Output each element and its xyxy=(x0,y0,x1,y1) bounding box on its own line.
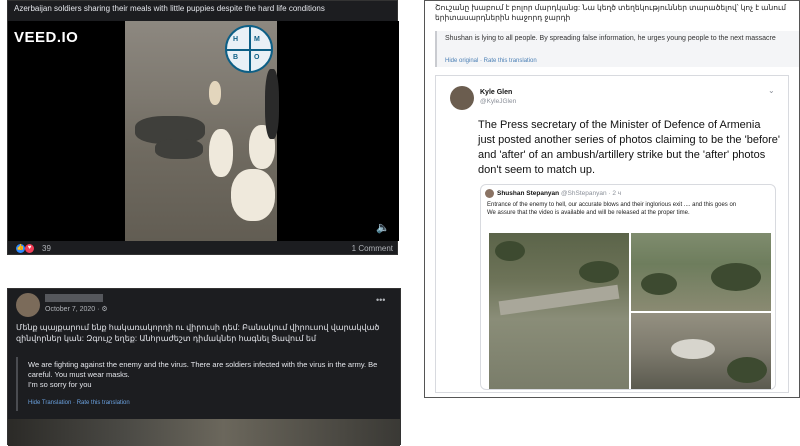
comments-link[interactable]: 1 Comment xyxy=(352,244,393,253)
volume-icon[interactable]: 🔈 xyxy=(376,221,390,234)
translation-text: We are fighting against the enemy and th… xyxy=(28,360,378,389)
redacted-name xyxy=(45,294,103,302)
tweet-card: Kyle Glen @KyleJGlen ⌄ The Press secreta… xyxy=(435,75,789,393)
facebook-post: October 7, 2020 · ⚙ ••• Մենք պայքարում ե… xyxy=(7,288,401,446)
chevron-down-icon[interactable]: ⌄ xyxy=(768,86,775,95)
tweet-author-name[interactable]: Kyle Glen xyxy=(480,89,512,96)
photo-hillside[interactable] xyxy=(631,233,771,311)
hmbo-badge: H M B O xyxy=(225,25,273,73)
avatar[interactable] xyxy=(450,86,474,110)
post-photo[interactable] xyxy=(8,419,400,446)
tweet-author-handle[interactable]: @KyleJGlen xyxy=(480,98,516,105)
translation-block: We are fighting against the enemy and th… xyxy=(16,357,396,411)
quoted-author-handle: @ShStepanyan · 2 ч xyxy=(560,190,622,197)
puppy xyxy=(209,129,233,177)
video-post: Azerbaijan soldiers sharing their meals … xyxy=(7,0,399,256)
photo-road-convoy[interactable] xyxy=(489,233,629,389)
avatar[interactable] xyxy=(16,293,40,317)
puppy xyxy=(209,81,221,105)
translation-link[interactable]: Hide original · Rate this translation xyxy=(445,58,537,64)
love-reaction-icon: ♥ xyxy=(25,244,34,253)
tweet-post: Շուշանը խաբում է բոլոր մարդկանց: Նա կեղծ… xyxy=(424,0,800,398)
like-reaction-icon: 👍 xyxy=(16,244,25,253)
reaction-count[interactable]: 39 xyxy=(42,244,51,253)
armenian-text: Շուշանը խաբում է բոլոր մարդկանց: Նա կեղծ… xyxy=(435,3,786,22)
translation-link[interactable]: Hide Translation · Rate this translation xyxy=(28,400,130,406)
post-date[interactable]: October 7, 2020 · ⚙ xyxy=(45,305,108,313)
post-footer: 👍 ♥ 39 1 Comment xyxy=(8,241,399,256)
armenian-text: Մենք պայքարում ենք հակառակորդի ու վիրուս… xyxy=(16,323,380,343)
more-options-icon[interactable]: ••• xyxy=(376,295,385,305)
puppy xyxy=(231,169,275,221)
quoted-tweet-text: Entrance of the enemy to hell, our accur… xyxy=(487,202,737,216)
avatar xyxy=(485,189,494,198)
watermark: VEED.IO xyxy=(14,29,79,46)
vehicle-wheel xyxy=(265,69,279,139)
quoted-tweet[interactable]: Shushan Stepanyan @ShStepanyan · 2 ч Ent… xyxy=(480,184,776,390)
translation-text: Shushan is lying to all people. By sprea… xyxy=(445,35,776,42)
photo-explosion[interactable] xyxy=(631,313,771,389)
post-title: Azerbaijan soldiers sharing their meals … xyxy=(14,4,325,13)
video-player[interactable]: VEED.IO H M B O 🔈 xyxy=(8,21,399,241)
translation-block: Shushan is lying to all people. By sprea… xyxy=(435,31,799,67)
quoted-author-name: Shushan Stepanyan xyxy=(497,190,560,197)
tweet-body: The Press secretary of the Minister of D… xyxy=(478,119,780,176)
